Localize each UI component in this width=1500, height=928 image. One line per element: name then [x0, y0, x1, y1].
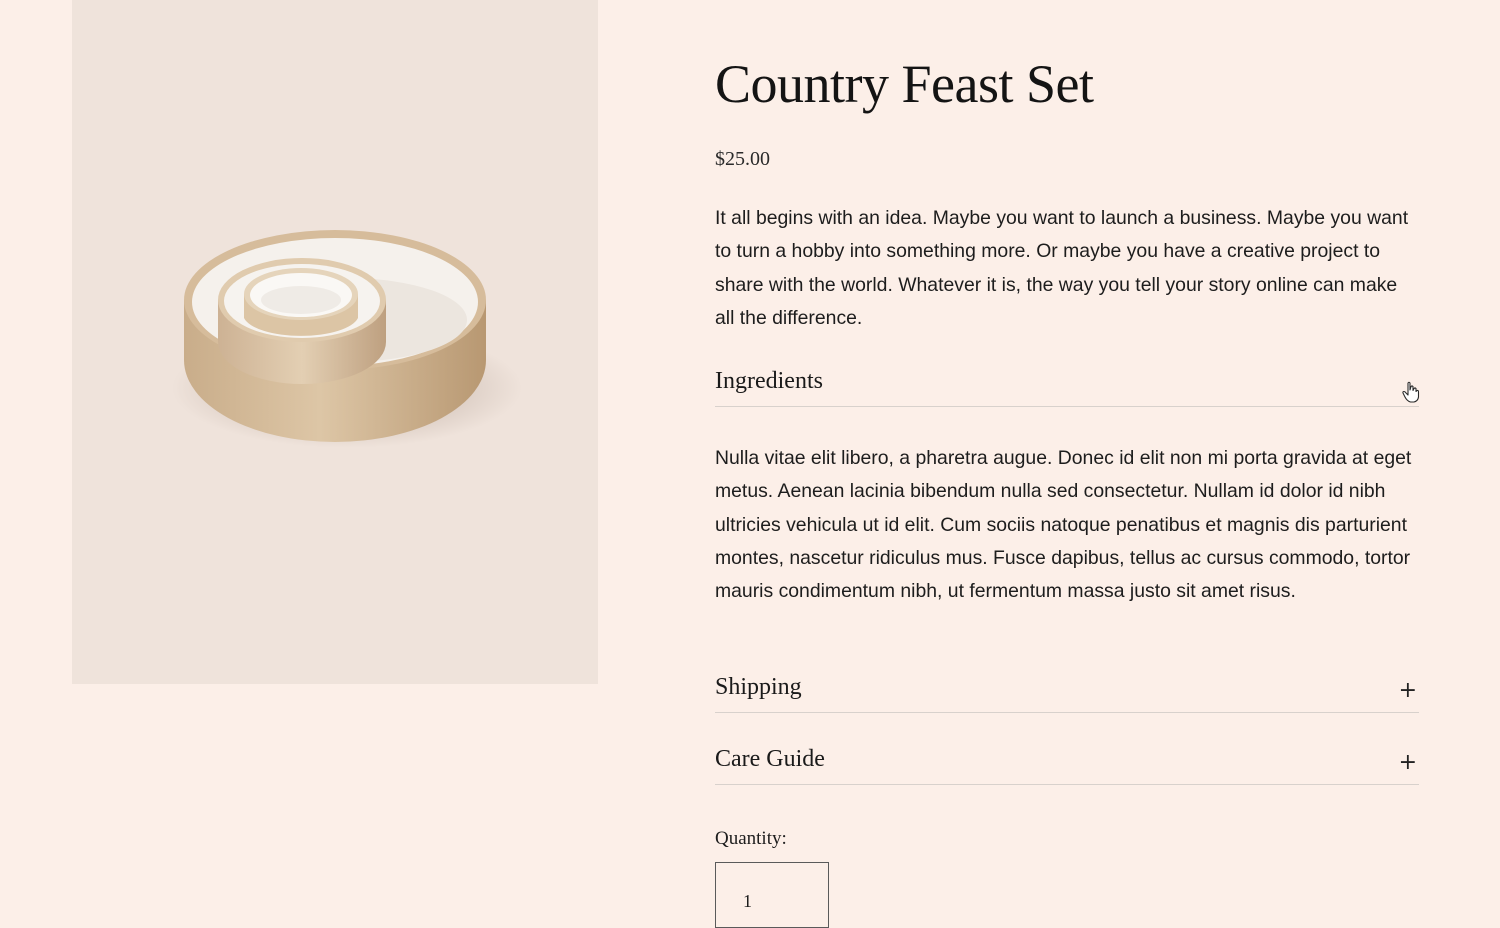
accordion-care-guide-title: Care Guide [715, 746, 825, 772]
accordion-ingredients-header[interactable]: Ingredients [715, 366, 1419, 407]
accordion-ingredients-title: Ingredients [715, 368, 823, 394]
hand-pointer-icon [1402, 381, 1420, 403]
accordion-ingredients-body: Nulla vitae elit libero, a pharetra augu… [715, 447, 1412, 603]
plus-icon[interactable]: + [1399, 750, 1417, 776]
ceramic-bowls-illustration [172, 230, 522, 448]
quantity-input[interactable] [715, 862, 829, 928]
quantity-label: Quantity: [715, 828, 787, 849]
product-price: $25.00 [715, 148, 770, 170]
accordion-shipping-header[interactable]: Shipping + [715, 672, 1419, 713]
product-title: Country Feast Set [715, 54, 1094, 114]
product-image [72, 0, 598, 684]
plus-icon[interactable]: + [1399, 678, 1417, 704]
accordion-shipping-title: Shipping [715, 674, 802, 700]
accordion-care-guide-header[interactable]: Care Guide + [715, 744, 1419, 785]
product-description: It all begins with an idea. Maybe you wa… [715, 207, 1409, 329]
